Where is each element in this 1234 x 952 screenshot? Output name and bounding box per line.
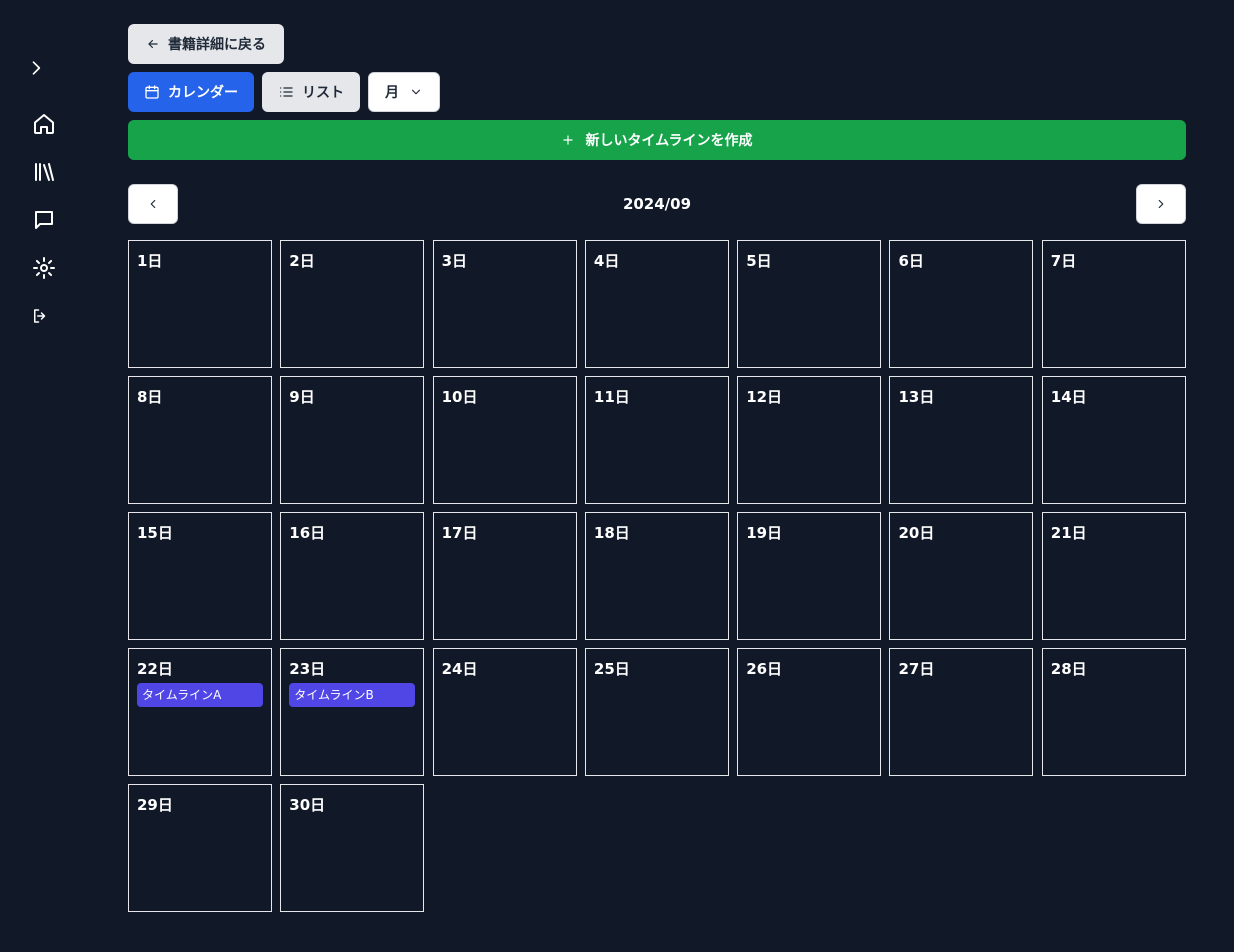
day-label: 14日 [1050, 388, 1087, 406]
calendar-day-cell[interactable]: 4日 [584, 240, 729, 368]
arrow-left-icon [148, 39, 158, 49]
calendar-day-cell[interactable]: 14日 [1041, 376, 1186, 504]
plus-icon [563, 135, 574, 145]
list-view-button[interactable]: リスト [262, 72, 360, 112]
calendar-day-cell[interactable]: 26日 [737, 648, 882, 776]
day-label: 20日 [898, 524, 935, 542]
calendar-day-cell[interactable]: 8日 [128, 376, 272, 504]
timeline-event[interactable]: タイムラインB [289, 683, 416, 707]
calendar-day-cell[interactable]: 28日 [1041, 648, 1186, 776]
list-icon [280, 87, 293, 97]
day-label: 12日 [746, 388, 783, 406]
day-label: 6日 [898, 252, 924, 270]
day-label: 28日 [1050, 660, 1087, 678]
day-label: 7日 [1050, 252, 1077, 270]
calendar-day-cell[interactable]: 17日 [432, 512, 577, 640]
back-label: 書籍詳細に戻る [168, 37, 266, 53]
chevron-right-icon [1158, 199, 1164, 209]
day-label: 22日 [137, 660, 173, 678]
day-label: 10日 [441, 388, 478, 406]
day-label: 9日 [289, 388, 315, 406]
calendar-day-cell[interactable]: 22日タイムラインA [128, 648, 272, 776]
day-label: 21日 [1050, 524, 1087, 542]
day-label: 27日 [898, 660, 935, 678]
calendar-day-cell[interactable]: 11日 [584, 376, 729, 504]
day-label: 3日 [441, 252, 468, 270]
calendar-day-cell[interactable]: 23日タイムラインB [280, 648, 425, 776]
day-label: 24日 [441, 660, 478, 678]
list-label: リスト [302, 85, 344, 101]
calendar-day-cell[interactable]: 15日 [128, 512, 272, 640]
day-label: 5日 [746, 252, 772, 270]
day-label: 13日 [898, 388, 935, 406]
day-label: 26日 [746, 660, 783, 678]
month-title: 2024/09 [622, 195, 692, 213]
logout-icon[interactable] [28, 304, 52, 328]
calendar-day-cell[interactable]: 10日 [432, 376, 577, 504]
calendar-day-cell[interactable]: 27日 [889, 648, 1034, 776]
day-label: 18日 [593, 524, 630, 542]
calendar-day-cell[interactable]: 12日 [737, 376, 882, 504]
day-label: 17日 [441, 524, 478, 542]
calendar-day-cell[interactable]: 18日 [584, 512, 729, 640]
calendar-label: カレンダー [168, 85, 238, 101]
calendar-day-cell[interactable]: 1日 [128, 240, 272, 368]
calendar-grid: 1日 2日 3日 4日 5日 6日 7日 8日 9日 10日 11日 12日 13日 14日 15日 16日 1… [128, 240, 1186, 912]
gear-icon[interactable] [32, 256, 56, 280]
calendar-day-cell[interactable]: 3日 [432, 240, 577, 368]
calendar-day-cell[interactable]: 9日 [280, 376, 425, 504]
calendar-day-cell[interactable]: 20日 [889, 512, 1034, 640]
home-icon[interactable] [32, 112, 56, 136]
day-label: 16日 [289, 524, 326, 542]
create-timeline-button[interactable]: 新しいタイムラインを作成 [128, 120, 1186, 160]
day-label: 23日 [289, 660, 326, 678]
sidebar [0, 0, 88, 952]
chevron-right-icon[interactable] [24, 56, 48, 80]
calendar-day-cell[interactable]: 30日 [280, 784, 425, 912]
day-label: 11日 [593, 388, 630, 406]
library-icon[interactable] [32, 160, 56, 184]
calendar-day-cell[interactable]: 25日 [584, 648, 729, 776]
calendar-icon [145, 85, 159, 99]
calendar-day-cell[interactable]: 13日 [889, 376, 1034, 504]
message-icon[interactable] [32, 208, 56, 232]
day-label: 15日 [137, 524, 173, 542]
view-range-value: 月 [385, 85, 399, 101]
day-label: 4日 [593, 252, 620, 270]
calendar-day-cell[interactable]: 29日 [128, 784, 272, 912]
view-range-select[interactable]: 月 [368, 72, 440, 112]
calendar-day-cell[interactable]: 7日 [1041, 240, 1186, 368]
back-to-book-button[interactable]: 書籍詳細に戻る [128, 24, 284, 64]
calendar-day-cell[interactable]: 21日 [1041, 512, 1186, 640]
day-label: 8日 [137, 388, 163, 406]
day-label: 25日 [593, 660, 630, 678]
day-label: 2日 [289, 252, 315, 270]
calendar-day-cell[interactable]: 16日 [280, 512, 425, 640]
calendar-day-cell[interactable]: 5日 [737, 240, 882, 368]
next-month-button[interactable] [1136, 184, 1186, 224]
chevron-down-icon [411, 89, 421, 95]
calendar-view-button[interactable]: カレンダー [128, 72, 254, 112]
day-label: 30日 [289, 796, 326, 814]
calendar-day-cell[interactable]: 6日 [889, 240, 1034, 368]
day-label: 1日 [137, 252, 163, 270]
calendar-day-cell[interactable]: 2日 [280, 240, 425, 368]
calendar-day-cell[interactable]: 19日 [737, 512, 882, 640]
timeline-event[interactable]: タイムラインA [137, 683, 263, 707]
calendar-day-cell[interactable]: 24日 [432, 648, 577, 776]
day-label: 19日 [746, 524, 783, 542]
day-label: 29日 [137, 796, 173, 814]
create-timeline-label: 新しいタイムラインを作成 [585, 133, 753, 149]
